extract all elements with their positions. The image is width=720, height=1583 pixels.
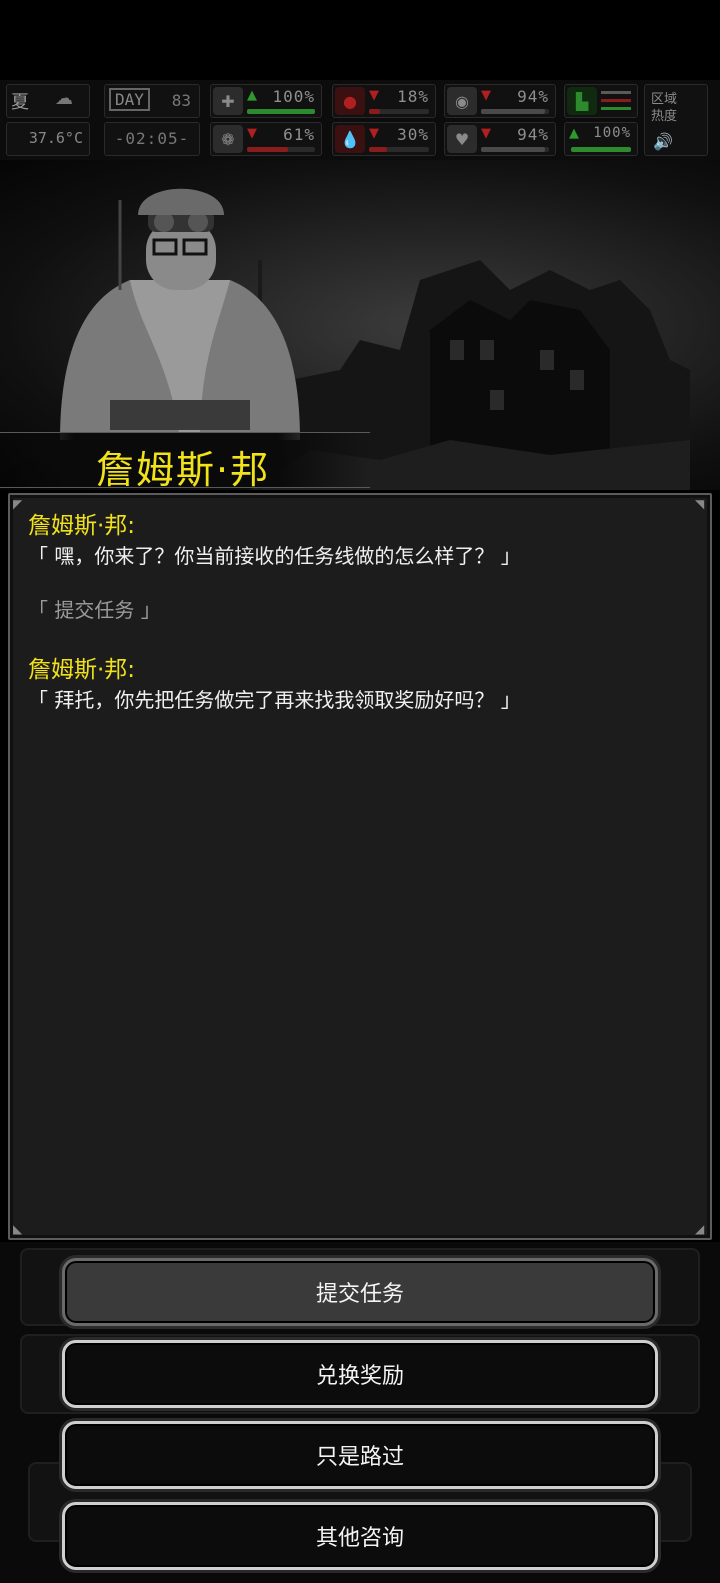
trend-up-icon: ▲ [247,88,257,103]
dialog-panel[interactable]: ◤ ◥ ◣ ◢ 詹姆斯·邦: 「 嘿，你来了？你当前接收的任务线做的怎么样了？ … [8,493,712,1240]
player-reply: 「 提交任务 」 [28,595,698,625]
corner-ornament-icon: ◣ [13,1222,23,1236]
sanity-value: 61% [283,125,315,144]
stamina-bar [481,109,549,114]
npc-name: 詹姆斯·邦 [96,448,271,490]
season-label: 夏 [11,92,29,113]
trend-down-icon: ▼ [369,126,379,141]
mood-stat[interactable]: ♥ ▼ 94% [444,122,556,156]
health-value: 100% [272,87,315,106]
movement-line [601,91,631,94]
submit-task-button[interactable]: 提交任务 [62,1258,658,1326]
status-bar: 夏 ☁ 37.6°C DAY 83 -02:05- ✚ ▲ 100% ● ▼ 1… [0,80,720,160]
stamina-stat[interactable]: ◉ ▼ 94% [444,84,556,118]
stamina-value: 94% [517,87,549,106]
thirst-value: 30% [397,125,429,144]
movement-stat[interactable]: ▙ [564,84,638,118]
clock-value: -02:05- [114,129,190,148]
corner-ornament-icon: ◤ [13,497,23,511]
just-passing-button[interactable]: 只是路过 [62,1421,658,1489]
reply-text: 「 提交任务 」 [28,598,161,622]
energy-stat[interactable]: ▲ 100% [564,122,638,156]
energy-value: 100% [593,125,631,141]
health-stat[interactable]: ✚ ▲ 100% [210,84,322,118]
corner-ornament-icon: ◢ [695,1222,705,1236]
temperature-value: 37.6°C [28,129,83,147]
sanity-bar [247,147,315,152]
mood-value: 94% [517,125,549,144]
stamina-icon: ◉ [447,87,477,115]
hunger-stat[interactable]: ● ▼ 18% [332,84,436,118]
area-heat-label: 区域热度 [651,92,678,124]
day-label: DAY [109,88,150,111]
npc-portrait [60,188,300,440]
speaker-icon[interactable]: 🔊 [653,132,673,151]
mood-bar [481,147,549,152]
trend-down-icon: ▼ [247,126,257,141]
dialog-message: 詹姆斯·邦: 「 拜托，你先把任务做完了再来找我领取奖励好吗？ 」 [28,655,698,715]
redeem-reward-button[interactable]: 兑换奖励 [62,1340,658,1408]
health-bar [247,109,315,114]
npc-scene: 詹姆斯·邦 [0,160,720,490]
hunger-bar [369,109,429,114]
medkit-icon: ✚ [213,87,243,115]
hunger-value: 18% [397,87,429,106]
movement-line [601,99,631,102]
heart-icon: ♥ [447,125,477,153]
temperature-indicator: 37.6°C [6,122,90,156]
other-inquiry-button[interactable]: 其他咨询 [62,1502,658,1570]
movement-line [601,107,631,110]
water-drop-icon: 💧 [335,125,365,153]
day-value: 83 [171,91,191,110]
trend-down-icon: ▼ [369,88,379,103]
dialog-message: 詹姆斯·邦: 「 嘿，你来了？你当前接收的任务线做的怎么样了？ 」 [28,511,698,571]
energy-bar [571,147,631,152]
game-clock: -02:05- [104,122,200,156]
npc-name-plate: 詹姆斯·邦 [0,432,370,490]
message-text: 「 嘿，你来了？你当前接收的任务线做的怎么样了？ 」 [28,544,521,568]
boot-icon: ▙ [567,87,597,115]
speaker-name: 詹姆斯·邦: [28,513,136,539]
corner-ornament-icon: ◥ [695,497,705,511]
sanity-stat[interactable]: ❁ ▼ 61% [210,122,322,156]
weather-icon: ☁ [55,88,73,109]
brain-icon: ❁ [213,125,243,153]
day-counter: DAY 83 [104,84,200,118]
trend-down-icon: ▼ [481,126,491,141]
trend-up-icon: ▲ [569,126,579,141]
area-heat-button[interactable]: 区域热度 🔊 [644,84,708,156]
thirst-stat[interactable]: 💧 ▼ 30% [332,122,436,156]
speaker-name: 詹姆斯·邦: [28,657,136,683]
stomach-icon: ● [335,87,365,115]
season-indicator: 夏 ☁ [6,84,90,118]
message-text: 「 拜托，你先把任务做完了再来找我领取奖励好吗？ 」 [28,688,521,712]
thirst-bar [369,147,429,152]
trend-down-icon: ▼ [481,88,491,103]
